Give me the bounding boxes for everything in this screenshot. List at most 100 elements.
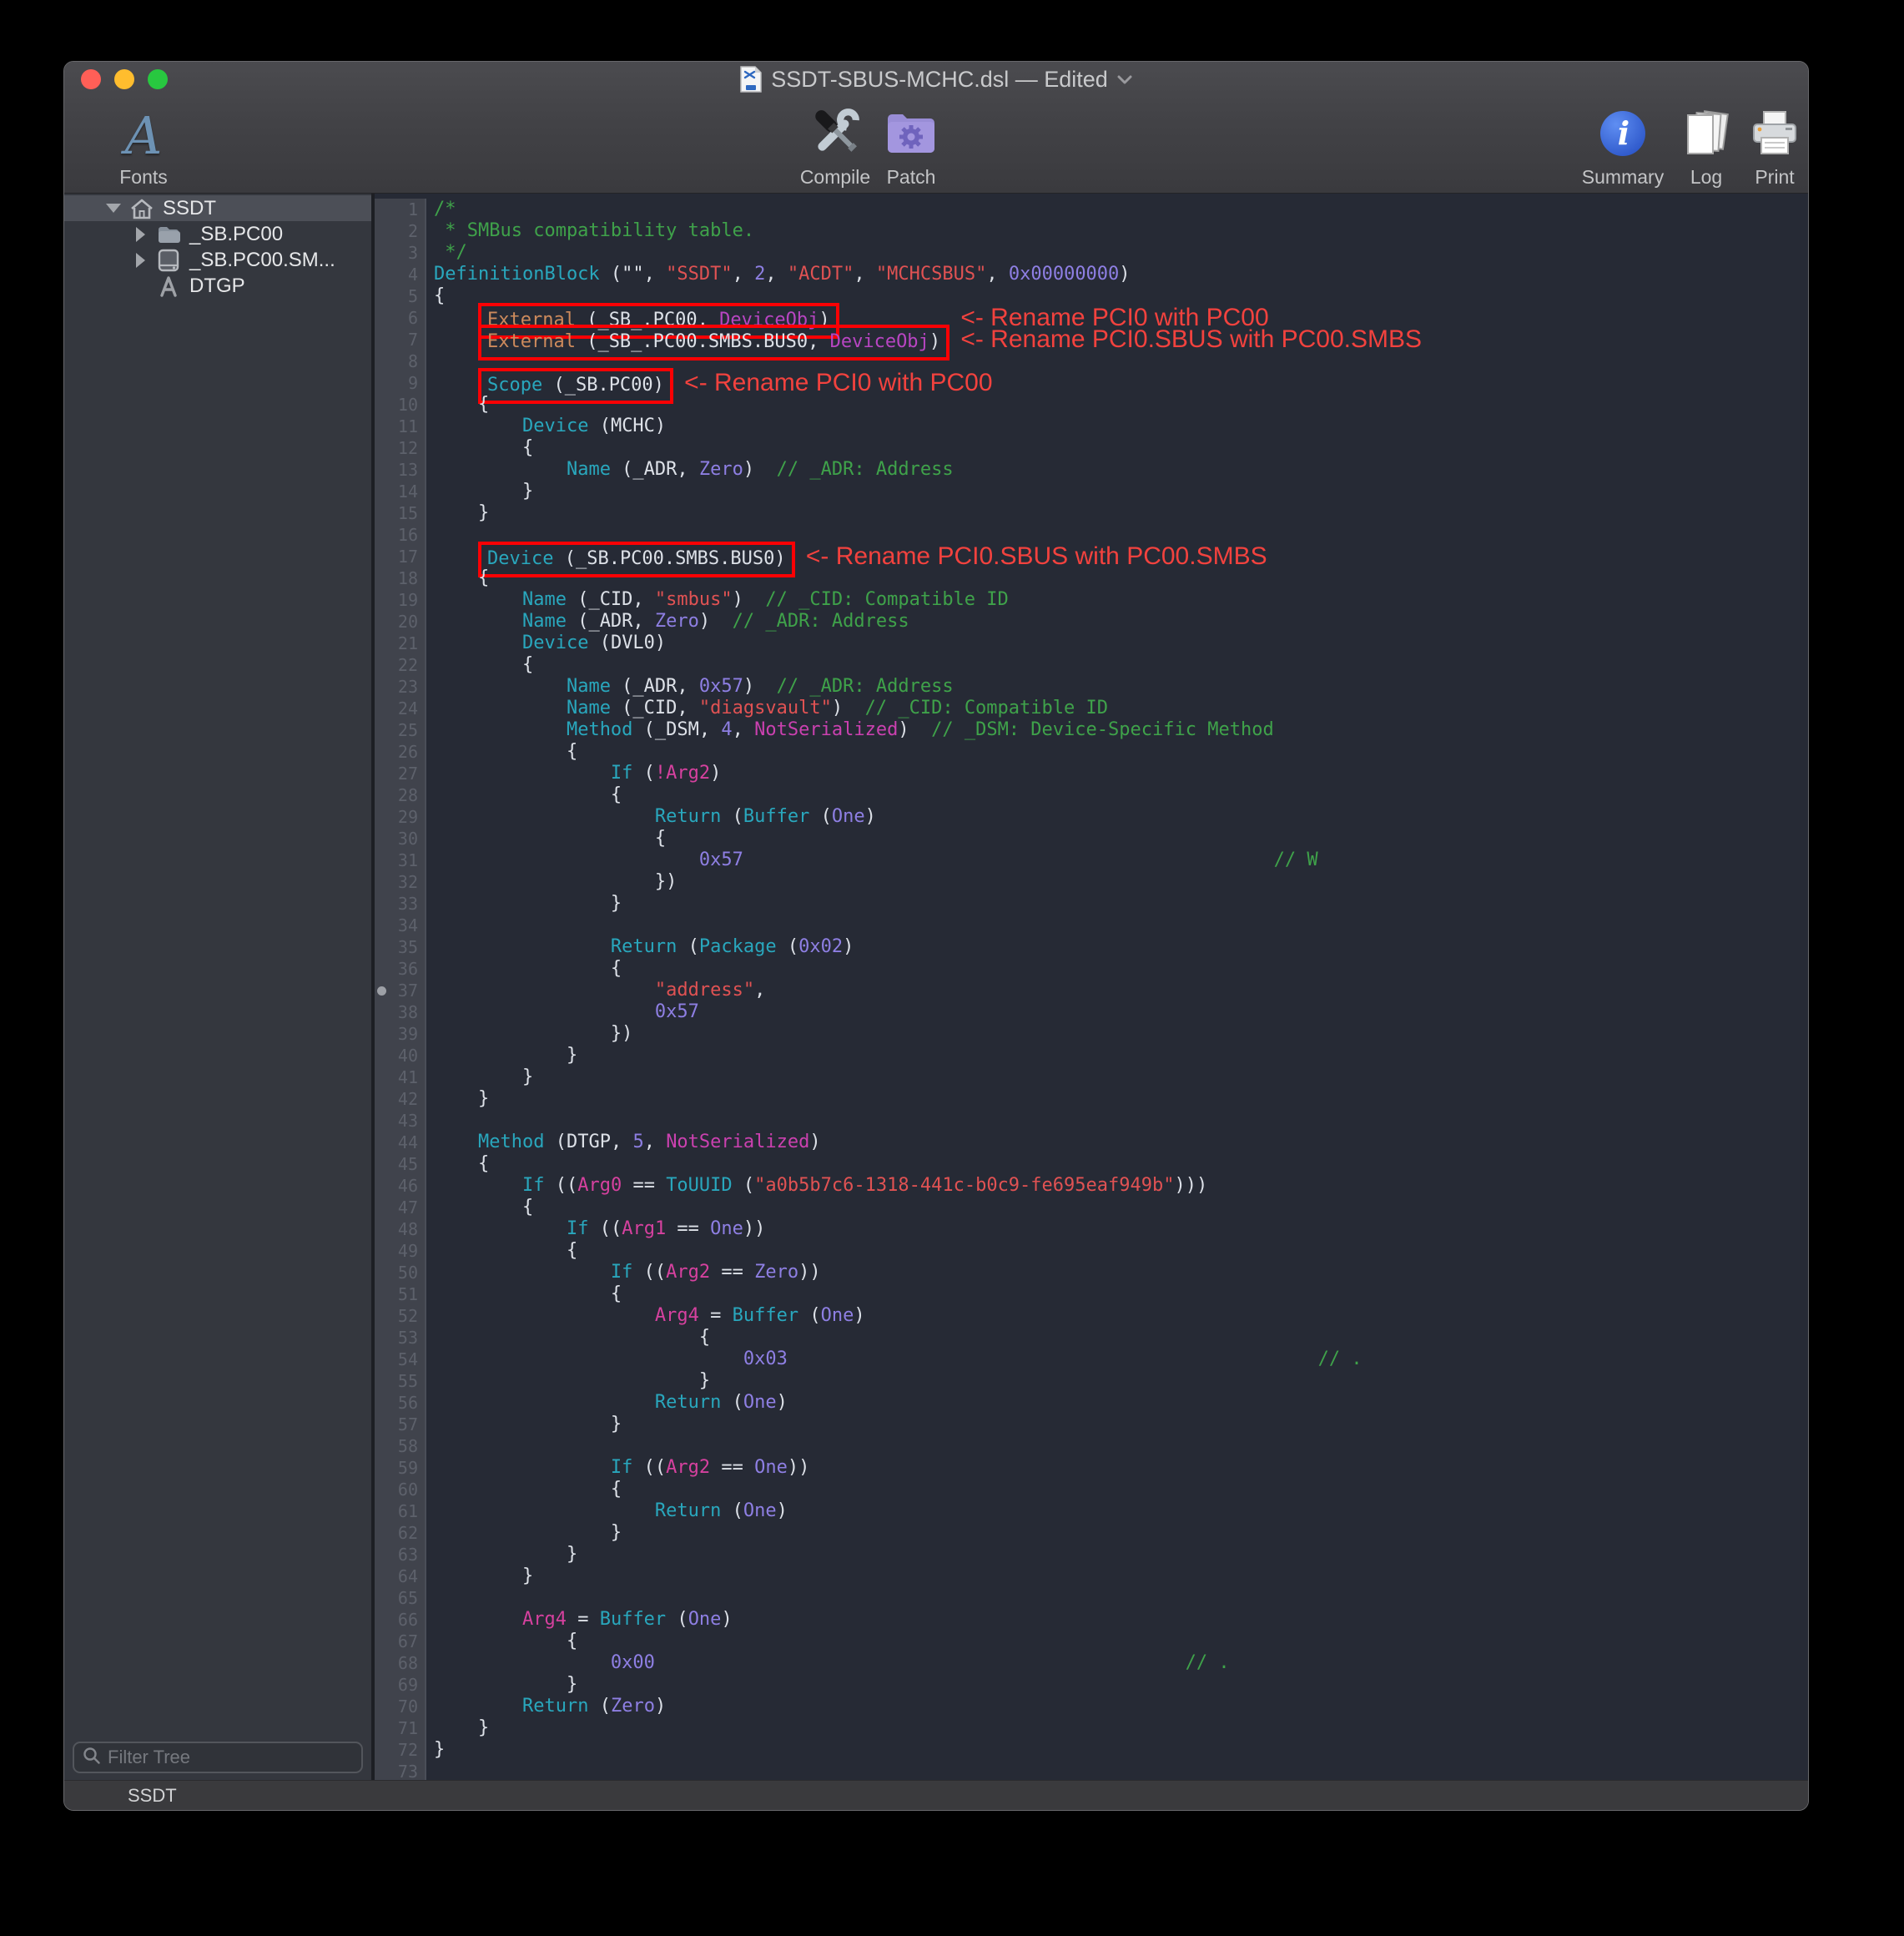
disclosure-triangle-icon[interactable]	[128, 227, 153, 242]
code-line[interactable]: 62 }	[375, 1522, 1808, 1544]
filter-tree-field[interactable]	[73, 1742, 363, 1773]
code-line[interactable]: 46 If ((Arg0 == ToUUID ("a0b5b7c6-1318-4…	[375, 1175, 1808, 1197]
main-content: SSDT_SB.PC00_SB.PC00.SM...DTGP 1/*2 * SM…	[64, 194, 1808, 1780]
code-line-content: Return (Package (0x02)	[426, 936, 854, 958]
code-line[interactable]: 25 Method (_DSM, 4, NotSerialized) // _D…	[375, 719, 1808, 741]
log-button[interactable]: Log	[1671, 102, 1741, 189]
code-line[interactable]: 44 Method (DTGP, 5, NotSerialized)	[375, 1132, 1808, 1153]
code-line[interactable]: 21 Device (DVL0)	[375, 633, 1808, 654]
code-line[interactable]: 10 {	[375, 394, 1808, 416]
code-line[interactable]: 40 }	[375, 1045, 1808, 1066]
code-line[interactable]: 53 {	[375, 1327, 1808, 1349]
code-line[interactable]: 55 }	[375, 1370, 1808, 1392]
code-line[interactable]: 72}	[375, 1739, 1808, 1761]
code-line[interactable]: 60 {	[375, 1479, 1808, 1500]
code-line[interactable]: 26 {	[375, 741, 1808, 763]
code-line[interactable]: 57 }	[375, 1414, 1808, 1435]
code-line[interactable]: 27 If (!Arg2)	[375, 763, 1808, 784]
code-line[interactable]: 67 {	[375, 1631, 1808, 1652]
code-line[interactable]: 63 }	[375, 1544, 1808, 1565]
summary-button[interactable]: i Summary	[1564, 102, 1681, 189]
code-line-content: {	[426, 1631, 577, 1652]
code-token	[434, 1175, 522, 1196]
filter-tree-input[interactable]	[108, 1747, 353, 1768]
disclosure-triangle-icon[interactable]	[101, 204, 126, 213]
code-token: 0x00	[611, 1652, 655, 1673]
code-line[interactable]: 11 Device (MCHC)	[375, 416, 1808, 437]
code-line[interactable]: 54 0x03 // .	[375, 1349, 1808, 1370]
code-line[interactable]: 23 Name (_ADR, 0x57) // _ADR: Address	[375, 676, 1808, 698]
disclosure-triangle-icon[interactable]	[128, 253, 153, 268]
code-line[interactable]: 30 {	[375, 828, 1808, 850]
sidebar-item-ssdt[interactable]: SSDT	[64, 195, 371, 221]
print-icon	[1749, 109, 1801, 163]
code-line[interactable]: 73	[375, 1761, 1808, 1780]
code-line[interactable]: 39 })	[375, 1023, 1808, 1045]
code-line-content: }	[426, 1045, 577, 1066]
code-token: (	[666, 1609, 688, 1630]
code-line[interactable]: 51 {	[375, 1283, 1808, 1305]
code-line[interactable]: 37 "address",	[375, 980, 1808, 1001]
code-line[interactable]: 1/*	[375, 199, 1808, 220]
app-window: SSDT-SBUS-MCHC.dsl — Edited A Fonts	[63, 61, 1809, 1811]
code-line[interactable]: 61 Return (One)	[375, 1500, 1808, 1522]
code-line[interactable]: 69 }	[375, 1674, 1808, 1696]
code-line[interactable]: 42 }	[375, 1088, 1808, 1110]
code-line[interactable]: 48 If ((Arg1 == One))	[375, 1218, 1808, 1240]
sidebar-item-sb-pc00-sm[interactable]: _SB.PC00.SM...	[64, 247, 371, 273]
print-button[interactable]: Print	[1738, 102, 1809, 189]
code-line[interactable]: 66 Arg4 = Buffer (One)	[375, 1609, 1808, 1631]
code-line[interactable]: 47 {	[375, 1197, 1808, 1218]
code-line[interactable]: 31 0x57 // W	[375, 850, 1808, 871]
code-line[interactable]: 64 }	[375, 1565, 1808, 1587]
code-token: )	[898, 719, 931, 740]
code-line[interactable]: 9 Scope (_SB.PC00) <- Rename PCI0 with P…	[375, 372, 1808, 394]
code-line[interactable]: 22 {	[375, 654, 1808, 676]
code-line[interactable]: 35 Return (Package (0x02)	[375, 936, 1808, 958]
code-token: "MCHCSBUS"	[876, 264, 986, 285]
code-line[interactable]: 33 }	[375, 893, 1808, 915]
code-line[interactable]: 59 If ((Arg2 == One))	[375, 1457, 1808, 1479]
code-line[interactable]: 12 {	[375, 437, 1808, 459]
code-line[interactable]: 13 Name (_ADR, Zero) // _ADR: Address	[375, 459, 1808, 481]
fonts-button[interactable]: A Fonts	[89, 102, 198, 189]
code-line[interactable]: 70 Return (Zero)	[375, 1696, 1808, 1717]
code-line[interactable]: 65	[375, 1587, 1808, 1609]
sidebar-item-sb-pc00[interactable]: _SB.PC00	[64, 221, 371, 247]
code-line[interactable]: 14 }	[375, 481, 1808, 502]
code-line[interactable]: 34	[375, 915, 1808, 936]
code-line[interactable]: 56 Return (One)	[375, 1392, 1808, 1414]
code-line[interactable]: 28 {	[375, 784, 1808, 806]
code-line[interactable]: 45 {	[375, 1153, 1808, 1175]
code-line-content: }	[426, 1414, 622, 1435]
code-line[interactable]: 3 */	[375, 242, 1808, 264]
code-line-content: /*	[426, 199, 456, 220]
code-line[interactable]: 49 {	[375, 1240, 1808, 1262]
patch-button[interactable]: Patch	[864, 102, 959, 189]
code-line[interactable]: 43	[375, 1110, 1808, 1132]
code-line[interactable]: 7 External (_SB_.PC00.SMBS.BUS0, DeviceO…	[375, 329, 1808, 350]
code-line[interactable]: 17 Device (_SB.PC00.SMBS.BUS0) <- Rename…	[375, 546, 1808, 567]
code-line[interactable]: 18 {	[375, 567, 1808, 589]
code-line[interactable]: 20 Name (_ADR, Zero) // _ADR: Address	[375, 611, 1808, 633]
code-line[interactable]: 38 0x57	[375, 1001, 1808, 1023]
code-line[interactable]: 15 }	[375, 502, 1808, 524]
code-line[interactable]: 68 0x00 // .	[375, 1652, 1808, 1674]
code-token: }	[434, 1414, 622, 1434]
code-line[interactable]: 29 Return (Buffer (One)	[375, 806, 1808, 828]
code-line[interactable]: 71 }	[375, 1717, 1808, 1739]
code-line[interactable]: 4DefinitionBlock ("", "SSDT", 2, "ACDT",…	[375, 264, 1808, 285]
code-editor[interactable]: 1/*2 * SMBus compatibility table.3 */4De…	[375, 194, 1808, 1780]
code-line[interactable]: 24 Name (_CID, "diagsvault") // _CID: Co…	[375, 698, 1808, 719]
code-line[interactable]: 41 }	[375, 1066, 1808, 1088]
code-line[interactable]: 32 })	[375, 871, 1808, 893]
code-line[interactable]: 19 Name (_CID, "smbus") // _CID: Compati…	[375, 589, 1808, 611]
code-line[interactable]: 58	[375, 1435, 1808, 1457]
code-line[interactable]: 2 * SMBus compatibility table.	[375, 220, 1808, 242]
sidebar-item-dtgp[interactable]: DTGP	[64, 273, 371, 299]
chevron-down-icon[interactable]	[1116, 73, 1133, 85]
code-line[interactable]: 50 If ((Arg2 == Zero))	[375, 1262, 1808, 1283]
code-line[interactable]: 36 {	[375, 958, 1808, 980]
code-line[interactable]: 52 Arg4 = Buffer (One)	[375, 1305, 1808, 1327]
code-token: One	[688, 1609, 722, 1630]
